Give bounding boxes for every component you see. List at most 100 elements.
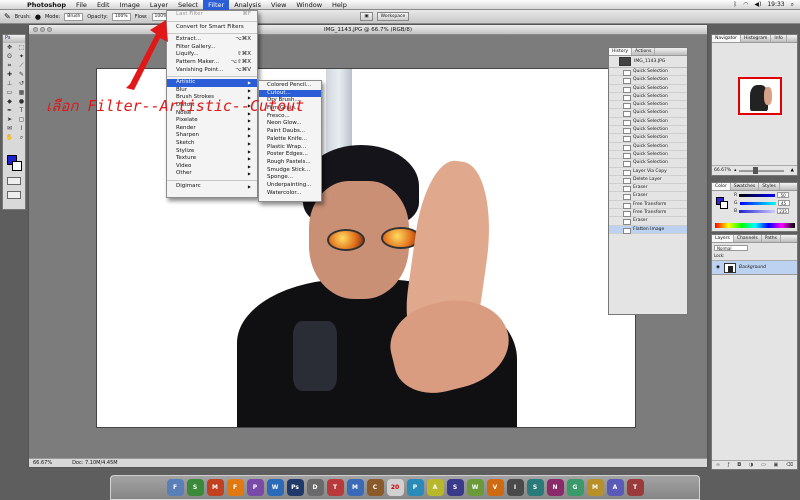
artistic-filter-item[interactable]: Watercolor...: [259, 190, 321, 198]
channel-r-value[interactable]: 50: [777, 192, 790, 198]
filter-category-video[interactable]: Video ▶: [167, 163, 257, 171]
history-state[interactable]: Quick Selection: [609, 101, 687, 110]
tab-history[interactable]: History: [609, 48, 633, 55]
history-state[interactable]: Flatten Image: [609, 225, 687, 234]
dock-app-icon[interactable]: Ps: [286, 479, 304, 496]
channel-r-slider[interactable]: [739, 193, 776, 197]
artistic-filter-item[interactable]: Smudge Stick...: [259, 167, 321, 175]
dock-app-icon[interactable]: 20: [386, 479, 404, 496]
filter-menu-item[interactable]: Vanishing Point... ⌥⌘V: [167, 67, 257, 75]
tab-channels[interactable]: Channels: [734, 235, 762, 242]
channel-b-slider[interactable]: [739, 209, 776, 213]
blur-tool-icon[interactable]: ◆: [4, 98, 15, 106]
minimize-window-button[interactable]: [40, 27, 45, 32]
tab-info[interactable]: Info: [771, 35, 787, 42]
brush-preset-icon[interactable]: ●: [35, 13, 41, 21]
wifi-icon[interactable]: ◠: [743, 1, 748, 8]
dock-app-icon[interactable]: T: [626, 479, 644, 496]
dock-app-icon[interactable]: W: [466, 479, 484, 496]
dock-app-icon[interactable]: P: [246, 479, 264, 496]
quick-mask-icon[interactable]: [7, 177, 21, 185]
mode-select[interactable]: Brush: [64, 12, 84, 21]
color-ramp[interactable]: [715, 223, 795, 228]
history-state[interactable]: Quick Selection: [609, 76, 687, 85]
history-state[interactable]: Quick Selection: [609, 134, 687, 143]
spotlight-icon[interactable]: ⌕: [791, 1, 794, 9]
history-state[interactable]: Eraser: [609, 184, 687, 193]
trash-icon[interactable]: ⌫: [786, 462, 793, 468]
filter-category-stylize[interactable]: Stylize ▶: [167, 148, 257, 156]
artistic-filter-item[interactable]: Rough Pastels...: [259, 159, 321, 167]
dock-app-icon[interactable]: A: [426, 479, 444, 496]
dock-app-icon[interactable]: I: [506, 479, 524, 496]
bluetooth-icon[interactable]: ᛒ: [734, 1, 738, 8]
eraser-tool-icon[interactable]: ▭: [4, 89, 15, 97]
history-state[interactable]: Quick Selection: [609, 93, 687, 102]
stamp-tool-icon[interactable]: ⊥: [4, 80, 15, 88]
shape-tool-icon[interactable]: ▢: [16, 116, 27, 124]
menu-image[interactable]: Image: [115, 0, 145, 10]
marquee-tool-icon[interactable]: ⬚: [16, 44, 27, 52]
tab-layers[interactable]: Layers: [712, 235, 734, 242]
history-state[interactable]: Eraser: [609, 217, 687, 226]
zoom-slider[interactable]: [739, 166, 784, 174]
mask-icon[interactable]: ◘: [737, 462, 741, 468]
menu-app[interactable]: Photoshop: [22, 0, 71, 10]
path-select-icon[interactable]: ➤: [4, 116, 15, 124]
tab-paths[interactable]: Paths: [762, 235, 781, 242]
gradient-tool-icon[interactable]: ▦: [16, 89, 27, 97]
history-brush-icon[interactable]: ↺: [16, 80, 27, 88]
dock-app-icon[interactable]: M: [586, 479, 604, 496]
channel-g-slider[interactable]: [739, 201, 776, 205]
pen-tool-icon[interactable]: ✒: [4, 107, 15, 115]
zoom-window-button[interactable]: [47, 27, 52, 32]
layer-background[interactable]: ◉ Background: [712, 261, 797, 275]
zoom-in-icon[interactable]: ▲: [791, 168, 797, 173]
screen-mode-icon[interactable]: [7, 191, 21, 199]
lasso-tool-icon[interactable]: ʘ: [4, 53, 15, 61]
clock[interactable]: 19:33: [767, 1, 784, 8]
document-zoom[interactable]: 66.67%: [33, 459, 52, 467]
filter-category-render[interactable]: Render ▶: [167, 125, 257, 133]
blend-mode-select[interactable]: Normal: [714, 245, 748, 251]
navigator-preview[interactable]: [738, 77, 782, 115]
history-state[interactable]: Quick Selection: [609, 68, 687, 77]
artistic-filter-item[interactable]: Colored Pencil...: [259, 82, 321, 90]
history-state[interactable]: Eraser: [609, 192, 687, 201]
adjustment-icon[interactable]: ◑: [749, 462, 753, 468]
dock-app-icon[interactable]: M: [206, 479, 224, 496]
filter-digimarc[interactable]: Digimarc ▶: [167, 183, 257, 191]
filter-convert-smart[interactable]: Convert for Smart Filters: [167, 24, 257, 32]
filter-category-artistic[interactable]: Artistic ▶: [167, 79, 257, 87]
brush-tool-icon[interactable]: ✎: [16, 71, 27, 79]
new-layer-icon[interactable]: ▣: [774, 462, 779, 468]
history-state[interactable]: Free Transform: [609, 209, 687, 218]
artistic-filter-item[interactable]: Poster Edges...: [259, 151, 321, 159]
filter-category-other[interactable]: Other ▶: [167, 170, 257, 178]
zoom-out-icon[interactable]: ▴: [734, 168, 736, 173]
move-tool-icon[interactable]: ✥: [4, 44, 15, 52]
eyedropper-tool-icon[interactable]: ⌇: [16, 125, 27, 133]
history-state[interactable]: Quick Selection: [609, 143, 687, 151]
filter-menu-item[interactable]: Extract... ⌥⌘X: [167, 36, 257, 44]
type-tool-icon[interactable]: T: [16, 107, 27, 115]
dock-app-icon[interactable]: D: [306, 479, 324, 496]
folder-icon[interactable]: ▭: [761, 462, 766, 468]
palette-well-icon[interactable]: ▣: [360, 12, 373, 21]
history-state[interactable]: Quick Selection: [609, 159, 687, 168]
filter-category-sharpen[interactable]: Sharpen ▶: [167, 132, 257, 140]
history-state[interactable]: Quick Selection: [609, 118, 687, 127]
menu-file[interactable]: File: [71, 0, 92, 10]
filter-category-pixelate[interactable]: Pixelate ▶: [167, 117, 257, 125]
hand-tool-icon[interactable]: ✋: [4, 134, 15, 142]
history-state[interactable]: Layer Via Copy: [609, 168, 687, 176]
tab-color[interactable]: Color: [712, 183, 731, 190]
menu-filter[interactable]: Filter: [203, 0, 230, 10]
fx-icon[interactable]: ƒ: [728, 462, 730, 468]
history-state[interactable]: Free Transform: [609, 201, 687, 210]
history-state[interactable]: Delete Layer: [609, 176, 687, 185]
eye-icon[interactable]: ◉: [715, 265, 721, 270]
crop-tool-icon[interactable]: ⌗: [4, 62, 15, 70]
history-state[interactable]: Quick Selection: [609, 109, 687, 118]
tab-navigator[interactable]: Navigator: [712, 35, 742, 42]
